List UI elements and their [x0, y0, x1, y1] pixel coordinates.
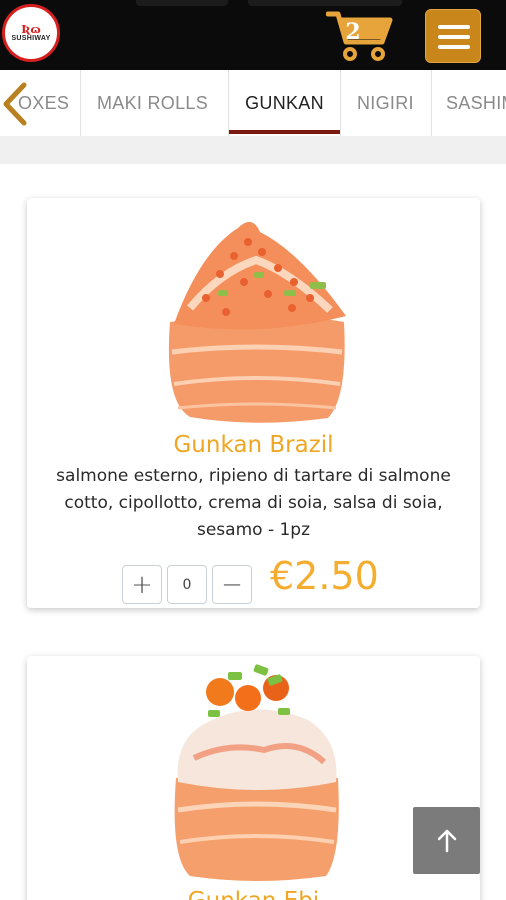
product-description: salmone esterno, ripieno di tartare di s… — [56, 466, 451, 540]
tab-gunkan[interactable]: GUNKAN — [228, 70, 340, 136]
arrow-up-icon — [437, 829, 456, 852]
product-name: Gunkan Ebi — [27, 888, 480, 900]
tab-sashimi[interactable]: SASHIMI — [431, 70, 506, 136]
logo-text: SUSHIWAY — [11, 34, 51, 42]
tab-nigiri[interactable]: NIGIRI — [340, 70, 432, 136]
scroll-to-top-button[interactable] — [413, 807, 480, 874]
top-header: Ʀɷ SUSHIWAY 2 — [0, 0, 506, 70]
header-decoration — [248, 0, 402, 6]
hamburger-menu-button[interactable] — [425, 9, 481, 63]
category-tabs: OXES MAKI ROLLS GUNKAN NIGIRI SASHIMI — [0, 70, 506, 136]
product-image-gunkan-brazil[interactable] — [160, 212, 352, 426]
hamburger-menu-icon-bar — [438, 35, 470, 39]
tab-gunkan-label: GUNKAN — [245, 93, 324, 113]
tab-maki-rolls[interactable]: MAKI ROLLS — [80, 70, 228, 136]
product-image-gunkan-ebi[interactable] — [168, 658, 344, 884]
product-name: Gunkan Brazil — [173, 432, 334, 458]
logo-mark: Ʀɷ — [21, 22, 41, 36]
quantity-value: 0 — [182, 576, 192, 593]
active-tab-indicator — [229, 130, 340, 134]
sushiway-logo-icon[interactable]: Ʀɷ SUSHIWAY — [2, 4, 60, 62]
quantity-decrease-button[interactable]: − — [212, 565, 252, 604]
product-price: €2.50 — [270, 554, 379, 598]
tabs-shadow-strip — [0, 136, 506, 164]
hamburger-menu-icon — [438, 25, 470, 29]
quantity-input[interactable]: 0 — [167, 565, 207, 604]
cart-count-badge: 2 — [345, 19, 361, 45]
chevron-left-icon[interactable] — [0, 82, 30, 126]
header-decoration — [136, 0, 228, 6]
quantity-increase-button[interactable]: + — [122, 565, 162, 604]
hamburger-menu-icon-bar — [438, 45, 470, 49]
